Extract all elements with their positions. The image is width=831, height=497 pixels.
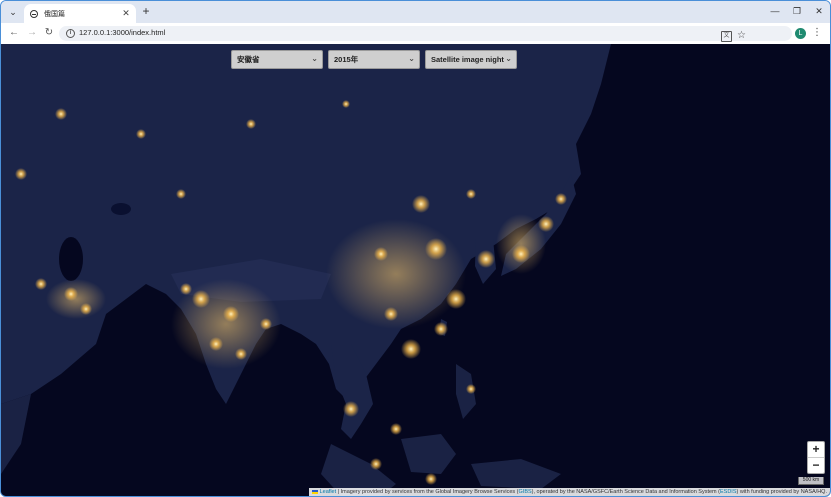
attribution-text-1: | Imagery provided by services from the …: [336, 489, 519, 495]
year-select[interactable]: 2015年 ⌄: [328, 50, 420, 69]
translate-icon[interactable]: 文: [721, 31, 732, 42]
tab-strip: ⌄ 俄国篇 ✕ + — ❐ ✕: [1, 1, 830, 23]
back-arrow-icon[interactable]: ←: [7, 26, 21, 40]
map-filter-controls: 安徽省 ⌄ 2015年 ⌄ Satellite image night ⌄: [231, 50, 517, 69]
map-attribution: Leaflet | Imagery provided by services f…: [308, 488, 830, 496]
map-view[interactable]: 安徽省 ⌄ 2015年 ⌄ Satellite image night ⌄ + …: [1, 44, 830, 496]
attribution-text-2: ), operated by the NASA/GSFC/Earth Scien…: [531, 489, 720, 495]
layer-select-value: Satellite image night: [431, 55, 504, 64]
gibs-link[interactable]: GIBS: [519, 489, 532, 495]
reload-icon[interactable]: ↻: [42, 26, 56, 40]
zoom-in-button[interactable]: +: [808, 442, 824, 458]
active-tab[interactable]: 俄国篇 ✕: [24, 4, 136, 23]
profile-avatar[interactable]: L: [795, 28, 806, 39]
bookmark-star-icon[interactable]: ☆: [737, 28, 746, 44]
ukraine-flag-icon: [311, 489, 318, 494]
tab-search-button[interactable]: ⌄: [6, 5, 20, 19]
scale-bar: 500 km: [798, 477, 824, 485]
forward-arrow-icon[interactable]: →: [25, 26, 39, 40]
night-satellite-imagery: [1, 44, 830, 496]
chevron-down-icon: ⌄: [408, 54, 415, 63]
more-menu-icon[interactable]: ⋮: [812, 26, 822, 40]
new-tab-button[interactable]: +: [139, 4, 153, 18]
address-bar[interactable]: i 127.0.0.1:3000/index.html 文 ☆: [59, 26, 792, 44]
layer-select[interactable]: Satellite image night ⌄: [425, 50, 517, 69]
region-select[interactable]: 安徽省 ⌄: [231, 50, 323, 69]
attribution-text-3: ) with funding provided by NASA/HQ.: [736, 489, 828, 495]
chevron-down-icon: ⌄: [505, 54, 512, 63]
region-select-value: 安徽省: [237, 55, 260, 64]
minimize-button[interactable]: —: [765, 4, 785, 18]
year-select-value: 2015年: [334, 55, 359, 64]
browser-toolbar: ← → ↻ i 127.0.0.1:3000/index.html 文 ☆ L …: [1, 23, 830, 44]
tab-title: 俄国篇: [44, 10, 65, 18]
browser-window: ⌄ 俄国篇 ✕ + — ❐ ✕ ← → ↻ i 127.0.0.1:3000/i…: [0, 0, 831, 497]
zoom-out-button[interactable]: −: [808, 458, 824, 473]
url-text[interactable]: 127.0.0.1:3000/index.html: [79, 28, 165, 37]
tab-close-icon[interactable]: ✕: [121, 8, 131, 19]
site-info-icon[interactable]: i: [66, 29, 75, 38]
chevron-down-icon: ⌄: [311, 54, 318, 63]
close-window-button[interactable]: ✕: [809, 4, 829, 18]
zoom-control: + −: [807, 441, 825, 474]
restore-button[interactable]: ❐: [787, 4, 807, 18]
leaflet-link[interactable]: Leaflet: [320, 489, 337, 495]
esdis-link[interactable]: ESDIS: [720, 489, 737, 495]
globe-icon: [30, 9, 38, 18]
